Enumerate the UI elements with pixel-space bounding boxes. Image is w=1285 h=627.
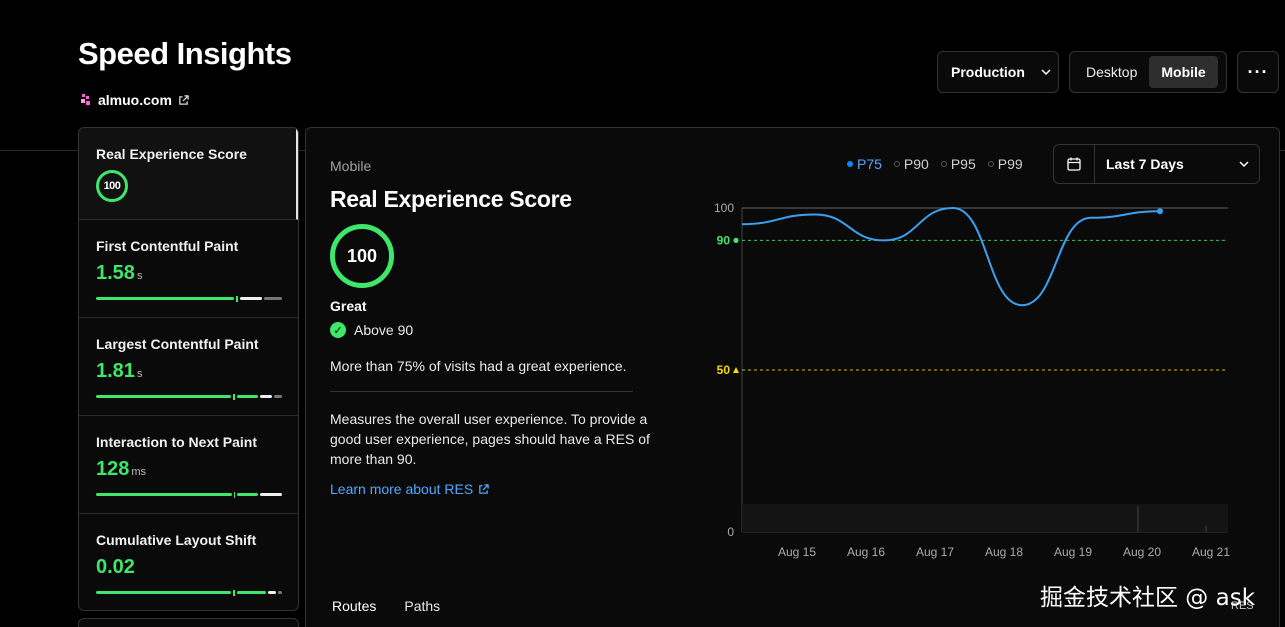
- threshold-status: ✓ Above 90: [330, 322, 413, 338]
- panel-divider: [330, 391, 633, 392]
- chevron-down-icon: [1229, 157, 1259, 171]
- distribution-bar: [96, 295, 282, 302]
- external-link-icon: [479, 483, 489, 494]
- threshold-label: Above 90: [354, 322, 414, 338]
- res-line-chart: 100 0 90 50 Aug 15 Aug 16 Aug 17 Aug 18 Aug 19 Au…: [714, 201, 1230, 559]
- percentile-p95[interactable]: P95: [940, 156, 976, 172]
- threshold-label: 90: [717, 233, 731, 247]
- device-option-mobile[interactable]: Mobile: [1149, 56, 1218, 88]
- breakdown-tabs: Routes Paths: [332, 598, 440, 614]
- tab-routes[interactable]: Routes: [332, 598, 376, 614]
- sidebar-item-lcp[interactable]: Largest Contentful Paint 1.81 s: [79, 318, 298, 416]
- sidebar-item-unit: ms: [131, 466, 147, 478]
- sidebar-next-card: [78, 618, 299, 627]
- learn-more-link[interactable]: Learn more about RES: [330, 481, 489, 497]
- environment-label: Production: [951, 64, 1025, 80]
- device-option-desktop[interactable]: Desktop: [1074, 56, 1149, 88]
- sidebar-item-label: Real Experience Score: [96, 146, 247, 162]
- site-favicon-icon: [81, 94, 90, 105]
- distribution-bar: [96, 393, 282, 400]
- sidebar-item-value: 1.58: [96, 262, 135, 284]
- percentile-label: P95: [950, 156, 976, 172]
- threshold-marker: [733, 367, 739, 373]
- sidebar-item-res[interactable]: Real Experience Score 100: [79, 128, 298, 220]
- score-ring: 100: [330, 224, 394, 288]
- x-tick-label: Aug 20: [1123, 545, 1161, 559]
- speed-insights-page: Speed Insights almuo.com Production Desk…: [0, 0, 1285, 627]
- x-tick-label: Aug 16: [847, 545, 885, 559]
- summary-text: More than 75% of visits had a great expe…: [330, 358, 627, 374]
- percentile-p75[interactable]: P75: [847, 156, 882, 172]
- threshold-marker: [733, 237, 739, 243]
- sidebar-item-label: First Contentful Paint: [96, 238, 239, 254]
- percentile-label: P75: [857, 156, 882, 172]
- chevron-down-icon: [1041, 69, 1051, 76]
- device-label: Mobile: [330, 158, 372, 174]
- volume-band: [742, 504, 1228, 532]
- rating-label: Great: [330, 298, 367, 314]
- sidebar-item-unit: s: [136, 368, 143, 380]
- tab-paths[interactable]: Paths: [404, 598, 440, 614]
- metrics-sidebar: Real Experience Score 100 First Contentf…: [78, 127, 299, 611]
- metric-detail-panel: Mobile Real Experience Score 100 Great ✓…: [305, 127, 1280, 627]
- x-tick-label: Aug 15: [778, 545, 816, 559]
- legend-dot-icon: [940, 161, 947, 167]
- x-tick-label: Aug 18: [985, 545, 1023, 559]
- device-toggle[interactable]: Desktop Mobile: [1069, 51, 1227, 93]
- res-score-ring: 100: [96, 170, 128, 202]
- calendar-icon: [1054, 145, 1095, 183]
- y-tick-label: 0: [727, 525, 734, 539]
- percentile-p99[interactable]: P99: [987, 156, 1023, 172]
- description-text: Measures the overall user experience. To…: [330, 411, 650, 467]
- percentile-legend: P75 P90 P95 P99: [847, 156, 1023, 172]
- threshold-label: 50: [717, 363, 731, 377]
- sidebar-item-cls[interactable]: Cumulative Layout Shift 0.02: [79, 514, 298, 610]
- date-range-label: Last 7 Days: [1106, 156, 1184, 172]
- series-line-p75: [741, 206, 1161, 307]
- site-link[interactable]: almuo.com: [80, 92, 189, 108]
- legend-dot-icon: [847, 161, 853, 167]
- sidebar-item-label: Cumulative Layout Shift: [96, 532, 257, 548]
- x-tick-label: Aug 17: [916, 545, 954, 559]
- sidebar-item-value: 0.02: [96, 556, 135, 578]
- sidebar-item-fcp[interactable]: First Contentful Paint 1.58 s: [79, 220, 298, 318]
- environment-select[interactable]: Production: [937, 51, 1059, 93]
- x-tick-label: Aug 19: [1054, 545, 1092, 559]
- external-link-icon: [179, 94, 189, 105]
- y-tick-label: 100: [714, 201, 734, 215]
- metric-title: Real Experience Score: [330, 186, 572, 212]
- percentile-label: P99: [997, 156, 1023, 172]
- legend-dot-icon: [987, 161, 994, 167]
- sidebar-item-value: 1.81: [96, 360, 135, 382]
- watermark: 掘金技术社区 @ ask: [1040, 585, 1256, 611]
- legend-dot-icon: [893, 161, 900, 167]
- sidebar-item-value: 128: [96, 458, 130, 480]
- sidebar-item-label: Largest Contentful Paint: [96, 336, 259, 352]
- percentile-p90[interactable]: P90: [893, 156, 929, 172]
- x-tick-label: Aug 21: [1192, 545, 1230, 559]
- distribution-bar: [96, 589, 283, 596]
- percentile-label: P90: [903, 156, 929, 172]
- sidebar-item-label: Interaction to Next Paint: [96, 434, 258, 450]
- more-options-button[interactable]: ···: [1237, 51, 1279, 93]
- sidebar-item-inp[interactable]: Interaction to Next Paint 128 ms: [79, 416, 298, 514]
- distribution-bar: [96, 491, 283, 498]
- sidebar-item-unit: s: [136, 270, 143, 282]
- check-circle-icon: ✓: [330, 322, 346, 338]
- learn-more-label: Learn more about RES: [330, 481, 474, 497]
- page-title: Speed Insights: [78, 36, 292, 71]
- site-name: almuo.com: [98, 92, 172, 108]
- date-range-select[interactable]: Last 7 Days: [1053, 144, 1260, 184]
- series-end-point: [1157, 208, 1163, 215]
- more-icon: ···: [1247, 61, 1269, 82]
